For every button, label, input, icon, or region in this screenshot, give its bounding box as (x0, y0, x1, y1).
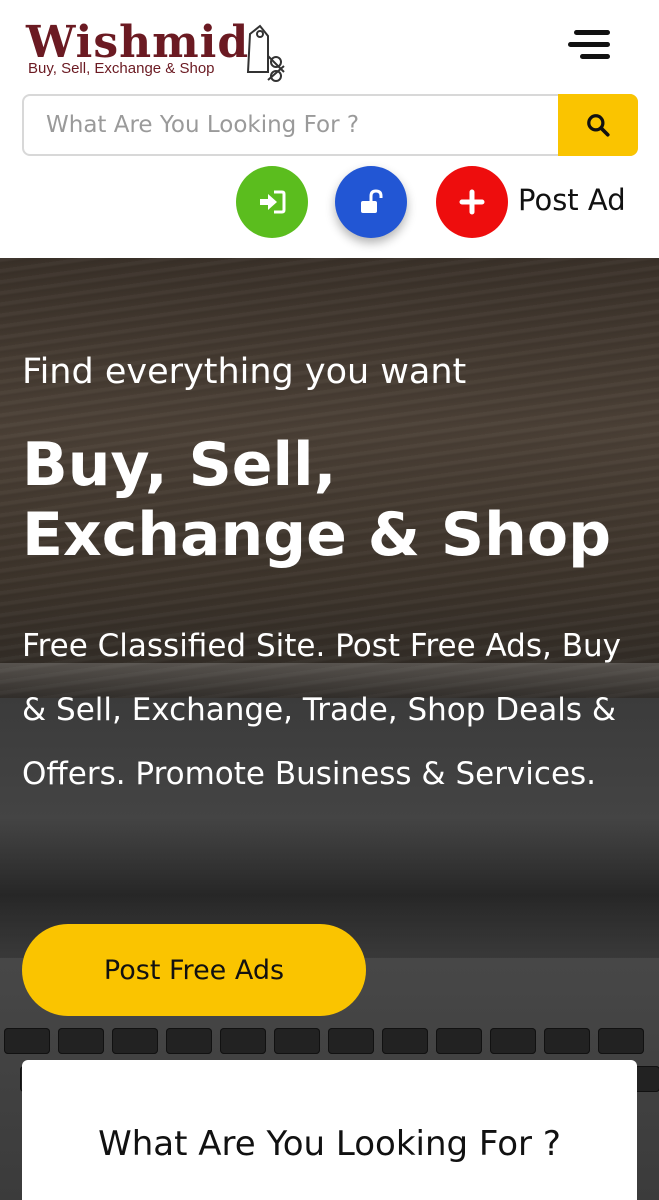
login-button[interactable] (236, 166, 308, 238)
hero-banner: Find everything you want Buy, Sell, Exch… (0, 258, 659, 1200)
plus-icon (459, 189, 485, 215)
search-bar (22, 94, 638, 156)
search-card-title: What Are You Looking For ? (98, 1124, 561, 1164)
hero-title: Buy, Sell, Exchange & Shop (22, 430, 612, 570)
hamburger-menu-icon-bar (568, 42, 610, 47)
hamburger-menu-icon (574, 30, 610, 35)
search-card: What Are You Looking For ? (22, 1060, 637, 1200)
post-ad-icon-button[interactable] (436, 166, 508, 238)
unlock-icon (361, 189, 383, 213)
price-tag-scissors-icon (246, 24, 285, 82)
hero-description: Free Classified Site. Post Free Ads, Buy… (22, 628, 621, 792)
register-button[interactable] (335, 166, 407, 238)
search-icon (587, 114, 610, 137)
site-header: Wishmid Buy, Sell, Exchange & Shop What … (0, 0, 659, 258)
post-ad-link[interactable]: Post Ad (518, 180, 626, 220)
search-input[interactable] (24, 96, 558, 154)
sign-in-icon (260, 190, 286, 214)
hero-kicker: Find everything you want (22, 352, 467, 392)
site-logo[interactable]: Wishmid Buy, Sell, Exchange & Shop (26, 18, 291, 84)
background-keyboard-row (0, 1028, 659, 1056)
hamburger-menu-icon-bar (580, 54, 610, 59)
post-free-ads-button[interactable]: Post Free Ads (22, 924, 366, 1016)
logo-tagline: Buy, Sell, Exchange & Shop (28, 60, 215, 77)
search-button[interactable] (558, 94, 638, 156)
menu-toggle-button[interactable] (568, 26, 616, 66)
